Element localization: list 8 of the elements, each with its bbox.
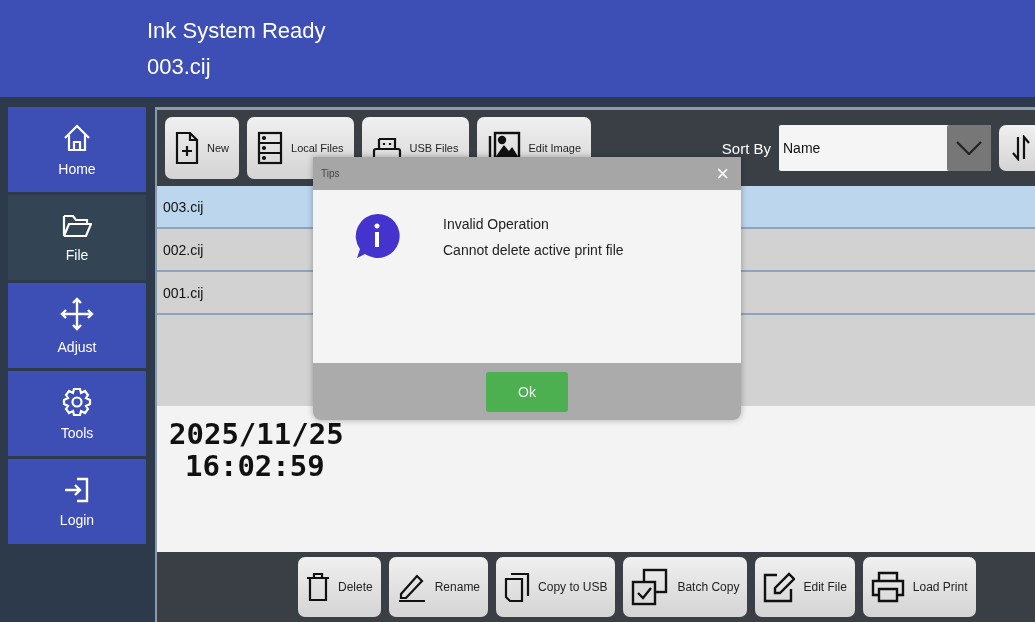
dialog-message: Cannot delete active print file [443,242,624,258]
file-name: 003.cij [147,53,212,80]
dialog-heading: Invalid Operation [443,216,550,232]
sort-label: Sort By [721,139,771,157]
dialog-title: Tips [321,168,340,179]
status-text: Ink System Ready [147,17,327,44]
preview-time: 16:02:59 [184,450,326,482]
preview-date: 2025/11/25 [169,418,345,450]
